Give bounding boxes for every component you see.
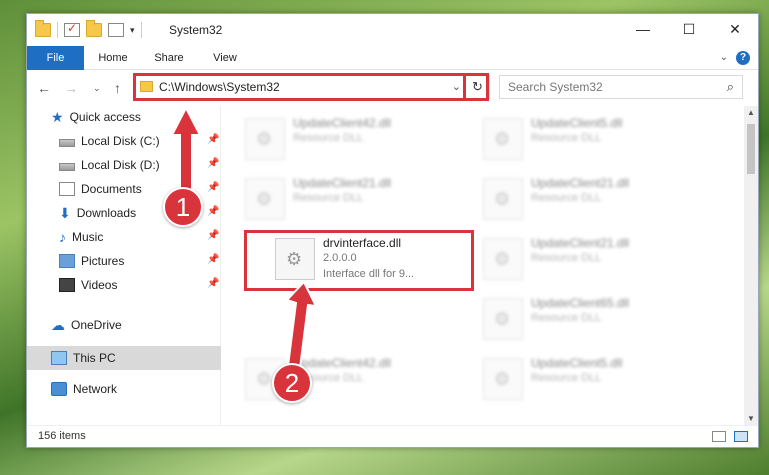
annotation-arrows bbox=[170, 105, 318, 370]
step-1-badge: 1 bbox=[163, 187, 203, 227]
arrow-to-address-bar bbox=[170, 105, 202, 191]
step-2-badge: 2 bbox=[272, 363, 312, 403]
arrow-to-file bbox=[285, 280, 318, 370]
